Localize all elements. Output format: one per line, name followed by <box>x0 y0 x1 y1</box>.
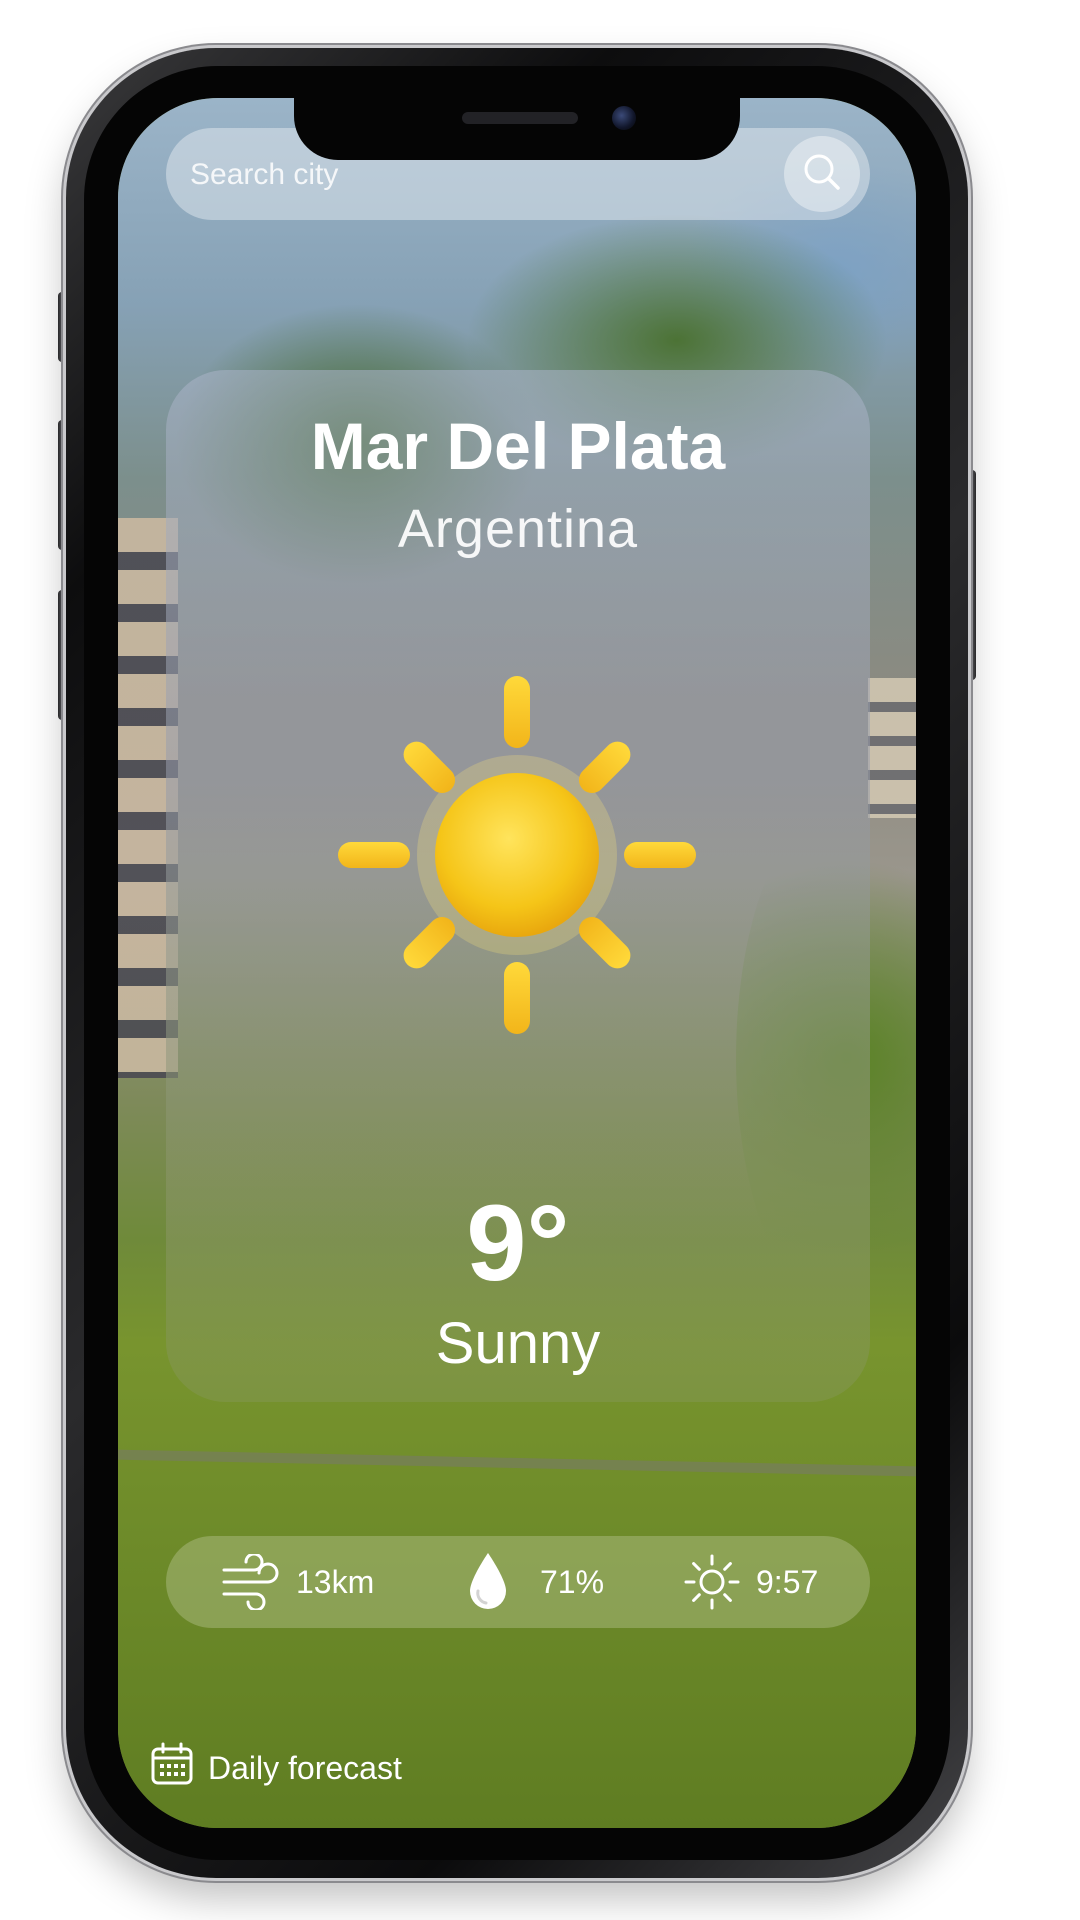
wind-stat: 13km <box>220 1536 374 1628</box>
search-button[interactable] <box>784 136 860 212</box>
sun-outline-icon <box>682 1552 742 1612</box>
country-name: Argentina <box>397 499 639 559</box>
weather-condition: Sunny <box>435 1311 601 1376</box>
humidity-value: 71% <box>540 1563 605 1600</box>
sun-icon <box>332 670 702 1040</box>
daily-forecast-label: Daily forecast <box>208 1749 402 1786</box>
calendar-icon <box>150 1742 194 1794</box>
daily-forecast-button[interactable]: Daily forecast <box>150 1740 402 1796</box>
wind-value: 13km <box>296 1563 375 1600</box>
temperature: 9° <box>466 1182 570 1303</box>
notch <box>294 98 740 160</box>
wind-icon <box>220 1554 282 1610</box>
background-building-right <box>868 678 916 818</box>
sunrise-stat: 9:57 <box>682 1536 818 1628</box>
weather-card: Mar Del Plata Argentina 9° Sunny <box>166 370 870 1402</box>
search-icon <box>800 150 844 199</box>
water-drop-icon <box>466 1551 510 1613</box>
stats-bar: 13km 71% 9:57 <box>166 1536 870 1628</box>
stage: Mar Del Plata Argentina <box>0 0 1080 1920</box>
city-name: Mar Del Plata <box>310 409 726 483</box>
front-camera <box>612 106 636 130</box>
sunrise-value: 9:57 <box>756 1563 819 1600</box>
humidity-stat: 71% <box>466 1536 604 1628</box>
speaker <box>462 112 578 124</box>
